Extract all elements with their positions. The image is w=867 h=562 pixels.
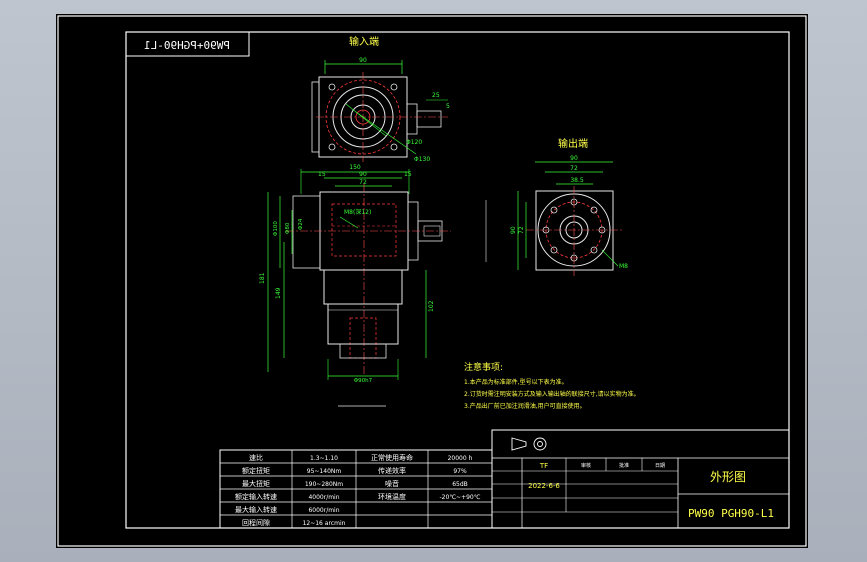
spec-label: 速比 (249, 453, 263, 462)
spec-value: -20℃~+90℃ (440, 494, 481, 501)
note-item: 1.本产品为标准部件,型号以下表为准。 (464, 378, 568, 386)
front-dim-height-right: 102 (428, 300, 435, 312)
spec-value: 97% (453, 468, 467, 475)
front-dim-inner: 72 (359, 179, 367, 186)
front-dim-hole: M8(深12) (344, 208, 371, 216)
front-dim-bottom-dia: Φ90h7 (354, 378, 373, 384)
spec-label: 传递效率 (378, 466, 406, 475)
title-col-a: 审核 (581, 462, 591, 469)
front-dim-flange: Φ100 (273, 221, 279, 236)
front-dim-height-total: 181 (259, 272, 266, 284)
notes-block: 注意事项: 1.本产品为标准部件,型号以下表为准。 2.订货时需注明安装方式及输… (464, 361, 640, 410)
note-item: 3.产品出厂前已加注润滑油,用户可直接使用。 (464, 402, 586, 410)
side-dim-width: 90 (570, 155, 578, 162)
side-view: 输出端 90 72 38.5 90 72 M8 (510, 137, 628, 276)
spec-value: 12~16 arcmin (303, 520, 346, 527)
output-view-label: 输出端 (558, 137, 588, 150)
input-view-label: 输入端 (349, 35, 379, 48)
spec-value: 4000r/min (308, 494, 339, 501)
spec-value: 6000r/min (308, 507, 339, 514)
spec-value: 190~280Nm (305, 481, 343, 488)
spec-label: 正常使用寿命 (371, 453, 413, 462)
spec-label: 噪音 (385, 479, 399, 488)
front-dim-mid: 90 (359, 171, 367, 178)
spec-label: 最大输入转速 (235, 505, 277, 514)
projection-symbol-icon (511, 437, 547, 451)
spec-label: 回程间隙 (242, 518, 270, 527)
front-dim-overall: 150 (349, 164, 361, 171)
drawing-canvas: PW90+PGH90-L1 输入端 90 25 5 Φ120 Φ130 150 … (57, 15, 807, 547)
front-dim-pilot: Φ80 (285, 222, 291, 234)
spec-table: 速比 1.3~1.10 正常使用寿命 20000 h 额定扭矩 95~140Nm… (219, 449, 493, 529)
top-dim-dia2: Φ130 (414, 156, 430, 163)
part-code-box: PW90+PGH90-L1 (125, 31, 250, 57)
side-dim-holes: M8 (619, 263, 628, 270)
spec-value: 20000 h (448, 455, 473, 462)
spec-label: 额定扭矩 (242, 466, 270, 475)
front-dim-height-lower: 149 (275, 287, 282, 299)
front-dim-bore: Φ24 (298, 218, 304, 230)
front-dim-left: 15 (318, 171, 326, 178)
front-dim-right: 15 (404, 171, 412, 178)
drawing-name: 外形图 (710, 470, 746, 484)
top-dim-key: 25 (432, 92, 440, 99)
side-dim-pitch: 38.5 (570, 177, 584, 184)
cad-viewport[interactable]: PW90+PGH90-L1 输入端 90 25 5 Φ120 Φ130 150 … (0, 0, 867, 562)
title-col-b: 批准 (619, 462, 629, 469)
title-col-c: 日期 (655, 463, 665, 469)
drawing-sheet[interactable]: PW90+PGH90-L1 输入端 90 25 5 Φ120 Φ130 150 … (56, 14, 808, 548)
spec-value: 95~140Nm (307, 468, 342, 475)
spec-label: 环境温度 (378, 492, 406, 501)
side-dim-h2: 72 (518, 226, 525, 234)
part-code-mirrored: PW90+PGH90-L1 (144, 39, 230, 52)
title-block: TF 2022-6-6 审核 批准 日期 外形图 PW90 PGH90-L1 (491, 429, 790, 529)
spec-label: 额定输入转速 (235, 492, 277, 501)
top-view: 输入端 90 25 5 Φ120 Φ130 (311, 35, 450, 163)
model-number: PW90 PGH90-L1 (688, 507, 774, 520)
side-dim-inner: 72 (570, 165, 578, 172)
drawer-name: TF (539, 462, 548, 470)
drawing-date: 2022-6-6 (528, 482, 560, 490)
top-dim-key-small: 5 (446, 103, 450, 110)
notes-title: 注意事项: (464, 361, 503, 373)
spec-value: 65dB (452, 481, 468, 488)
side-dim-h1: 90 (510, 226, 517, 234)
spec-value: 1.3~1.10 (310, 455, 338, 462)
inner-frame (125, 31, 790, 529)
note-item: 2.订货时需注明安装方式及输入输出轴的联接尺寸,请以实物为准。 (464, 390, 640, 398)
front-view: 150 90 72 15 15 M8(深12) 181 149 Φ100 Φ80… (259, 164, 487, 407)
top-dim-dia1: Φ120 (406, 139, 422, 146)
spec-label: 最大扭矩 (242, 479, 270, 488)
top-dim-width: 90 (359, 57, 367, 64)
